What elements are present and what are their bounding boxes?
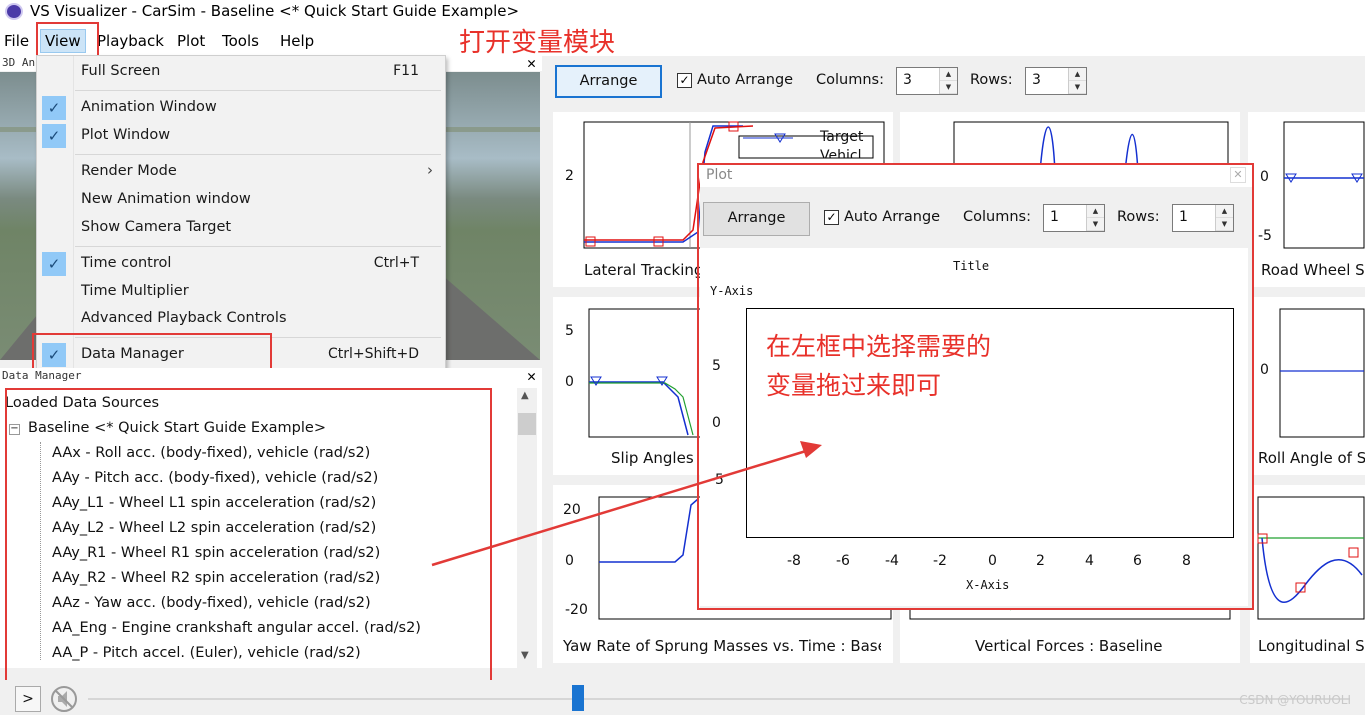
annotation-arrow — [431, 441, 822, 567]
watermark: CSDN @YOURUOLI — [1239, 693, 1351, 707]
timeline-track[interactable] — [88, 698, 1350, 700]
play-button[interactable]: > — [15, 686, 41, 712]
mute-icon[interactable] — [50, 685, 80, 713]
timeline-slider-handle[interactable] — [572, 685, 584, 711]
playback-bar: > — [0, 680, 1365, 715]
